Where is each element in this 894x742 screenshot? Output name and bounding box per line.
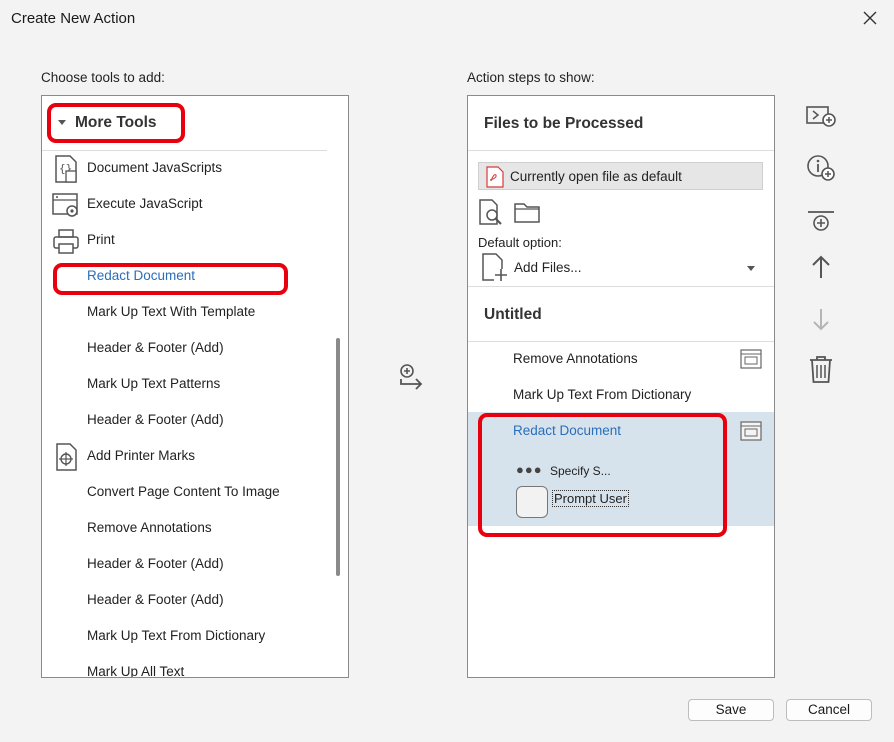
add-files-label: Add Files... <box>514 260 582 275</box>
step-options-icon[interactable] <box>740 349 762 369</box>
folder-icon[interactable] <box>513 200 541 224</box>
untitled-section-header: Untitled <box>468 286 774 342</box>
tool-label: Document JavaScripts <box>87 160 223 175</box>
prompt-user-checkbox[interactable]: Prompt User <box>516 486 666 520</box>
add-to-steps-button[interactable] <box>395 360 427 392</box>
info-add-icon <box>807 155 835 181</box>
tool-mark-up-text-from-dictionary[interactable]: Mark Up Text From Dictionary <box>42 619 327 655</box>
add-group-icon <box>808 211 834 231</box>
action-steps-list[interactable]: Files to be Processed Currently open fil… <box>467 95 775 678</box>
arrow-down-icon <box>813 309 829 331</box>
step-options-icon[interactable] <box>740 421 762 441</box>
chevron-down-icon <box>747 266 755 271</box>
tool-label: Header & Footer (Add) <box>87 412 224 427</box>
tool-mark-up-all-text[interactable]: Mark Up All Text <box>42 655 327 678</box>
tool-convert-page-content-to-image[interactable]: Convert Page Content To Image <box>42 475 327 511</box>
tool-add-printer-marks[interactable]: Add Printer Marks <box>42 439 327 475</box>
tool-label: Execute JavaScript <box>87 196 203 211</box>
default-option-label: Default option: <box>478 235 562 250</box>
tool-mark-up-text-patterns[interactable]: Mark Up Text Patterns <box>42 367 327 403</box>
choose-tools-label: Choose tools to add: <box>41 70 165 85</box>
tool-label: Mark Up Text With Template <box>87 304 256 319</box>
tool-label: Mark Up All Text <box>87 664 185 678</box>
step-label: Redact Document <box>513 423 622 438</box>
default-file-row[interactable]: Currently open file as default <box>478 162 763 190</box>
cancel-button[interactable]: Cancel <box>786 699 872 721</box>
tool-label: Remove Annotations <box>87 520 212 535</box>
insert-step-button[interactable] <box>804 100 838 134</box>
add-arrow-icon <box>400 364 423 390</box>
arrow-up-icon <box>812 255 830 278</box>
action-steps-label: Action steps to show: <box>467 70 595 85</box>
group-label: More Tools <box>75 114 157 131</box>
files-header-label: Files to be Processed <box>484 115 644 132</box>
file-search-icon[interactable] <box>478 198 504 226</box>
tool-redact-document[interactable]: Redact Document <box>42 259 327 295</box>
tool-print[interactable]: Print <box>42 223 327 259</box>
document-javascript-icon: {} <box>50 153 82 185</box>
step-mark-up-text-from-dictionary[interactable]: Mark Up Text From Dictionary <box>468 378 774 414</box>
step-label: Mark Up Text From Dictionary <box>513 387 692 402</box>
add-file-icon <box>482 253 508 282</box>
specify-label: Specify S... <box>550 464 611 478</box>
tool-document-javascripts[interactable]: {} Document JavaScripts <box>42 151 327 187</box>
more-tools-group[interactable]: More Tools <box>42 96 327 151</box>
tool-mark-up-text-with-template[interactable]: Mark Up Text With Template <box>42 295 327 331</box>
caret-down-icon <box>58 120 66 125</box>
tool-label: Mark Up Text Patterns <box>87 376 221 391</box>
move-down-button[interactable] <box>804 302 838 336</box>
save-button[interactable]: Save <box>688 699 774 721</box>
insert-step-icon <box>806 106 836 127</box>
tool-header-footer-add[interactable]: Header & Footer (Add) <box>42 403 327 439</box>
tool-execute-javascript[interactable]: Execute JavaScript <box>42 187 327 223</box>
execute-javascript-icon <box>50 189 82 221</box>
step-redact-document[interactable]: Redact Document <box>468 414 774 450</box>
close-button[interactable] <box>858 6 882 30</box>
tool-label: Convert Page Content To Image <box>87 484 280 499</box>
close-icon <box>863 11 877 25</box>
step-remove-annotations[interactable]: Remove Annotations <box>468 342 774 378</box>
tool-label: Print <box>87 232 115 247</box>
tool-label: Add Printer Marks <box>87 448 196 463</box>
printer-icon <box>50 225 82 257</box>
add-group-button[interactable] <box>804 204 838 238</box>
tool-label: Redact Document <box>87 268 196 283</box>
files-section-header: Files to be Processed <box>468 96 774 151</box>
insert-instruction-button[interactable] <box>804 152 838 186</box>
dialog-title: Create New Action <box>11 10 136 27</box>
pdf-file-icon <box>486 166 504 188</box>
tool-remove-annotations[interactable]: Remove Annotations <box>42 511 327 547</box>
tool-label: Header & Footer (Add) <box>87 340 224 355</box>
add-files-dropdown[interactable]: Add Files... <box>478 251 763 285</box>
default-file-label: Currently open file as default <box>510 169 682 184</box>
move-up-button[interactable] <box>804 250 838 284</box>
title-bar: Create New Action <box>0 0 894 40</box>
tool-header-footer-add[interactable]: Header & Footer (Add) <box>42 583 327 619</box>
tool-label: Header & Footer (Add) <box>87 592 224 607</box>
untitled-label: Untitled <box>484 306 542 323</box>
scrollbar-thumb[interactable] <box>336 338 340 576</box>
checkbox[interactable] <box>516 486 548 518</box>
more-options-icon: ●●● <box>516 462 543 477</box>
tool-header-footer-add[interactable]: Header & Footer (Add) <box>42 331 327 367</box>
tool-label: Mark Up Text From Dictionary <box>87 628 266 643</box>
tool-header-footer-add[interactable]: Header & Footer (Add) <box>42 547 327 583</box>
tools-list[interactable]: More Tools {} Document JavaScripts Execu… <box>41 95 349 678</box>
prompt-user-label: Prompt User <box>552 490 629 507</box>
delete-step-button[interactable] <box>804 353 838 387</box>
step-label: Remove Annotations <box>513 351 638 366</box>
specify-settings-row[interactable]: ●●● Specify S... <box>516 460 666 480</box>
tool-label: Header & Footer (Add) <box>87 556 224 571</box>
trash-icon <box>810 356 832 383</box>
printer-marks-icon <box>50 441 82 473</box>
